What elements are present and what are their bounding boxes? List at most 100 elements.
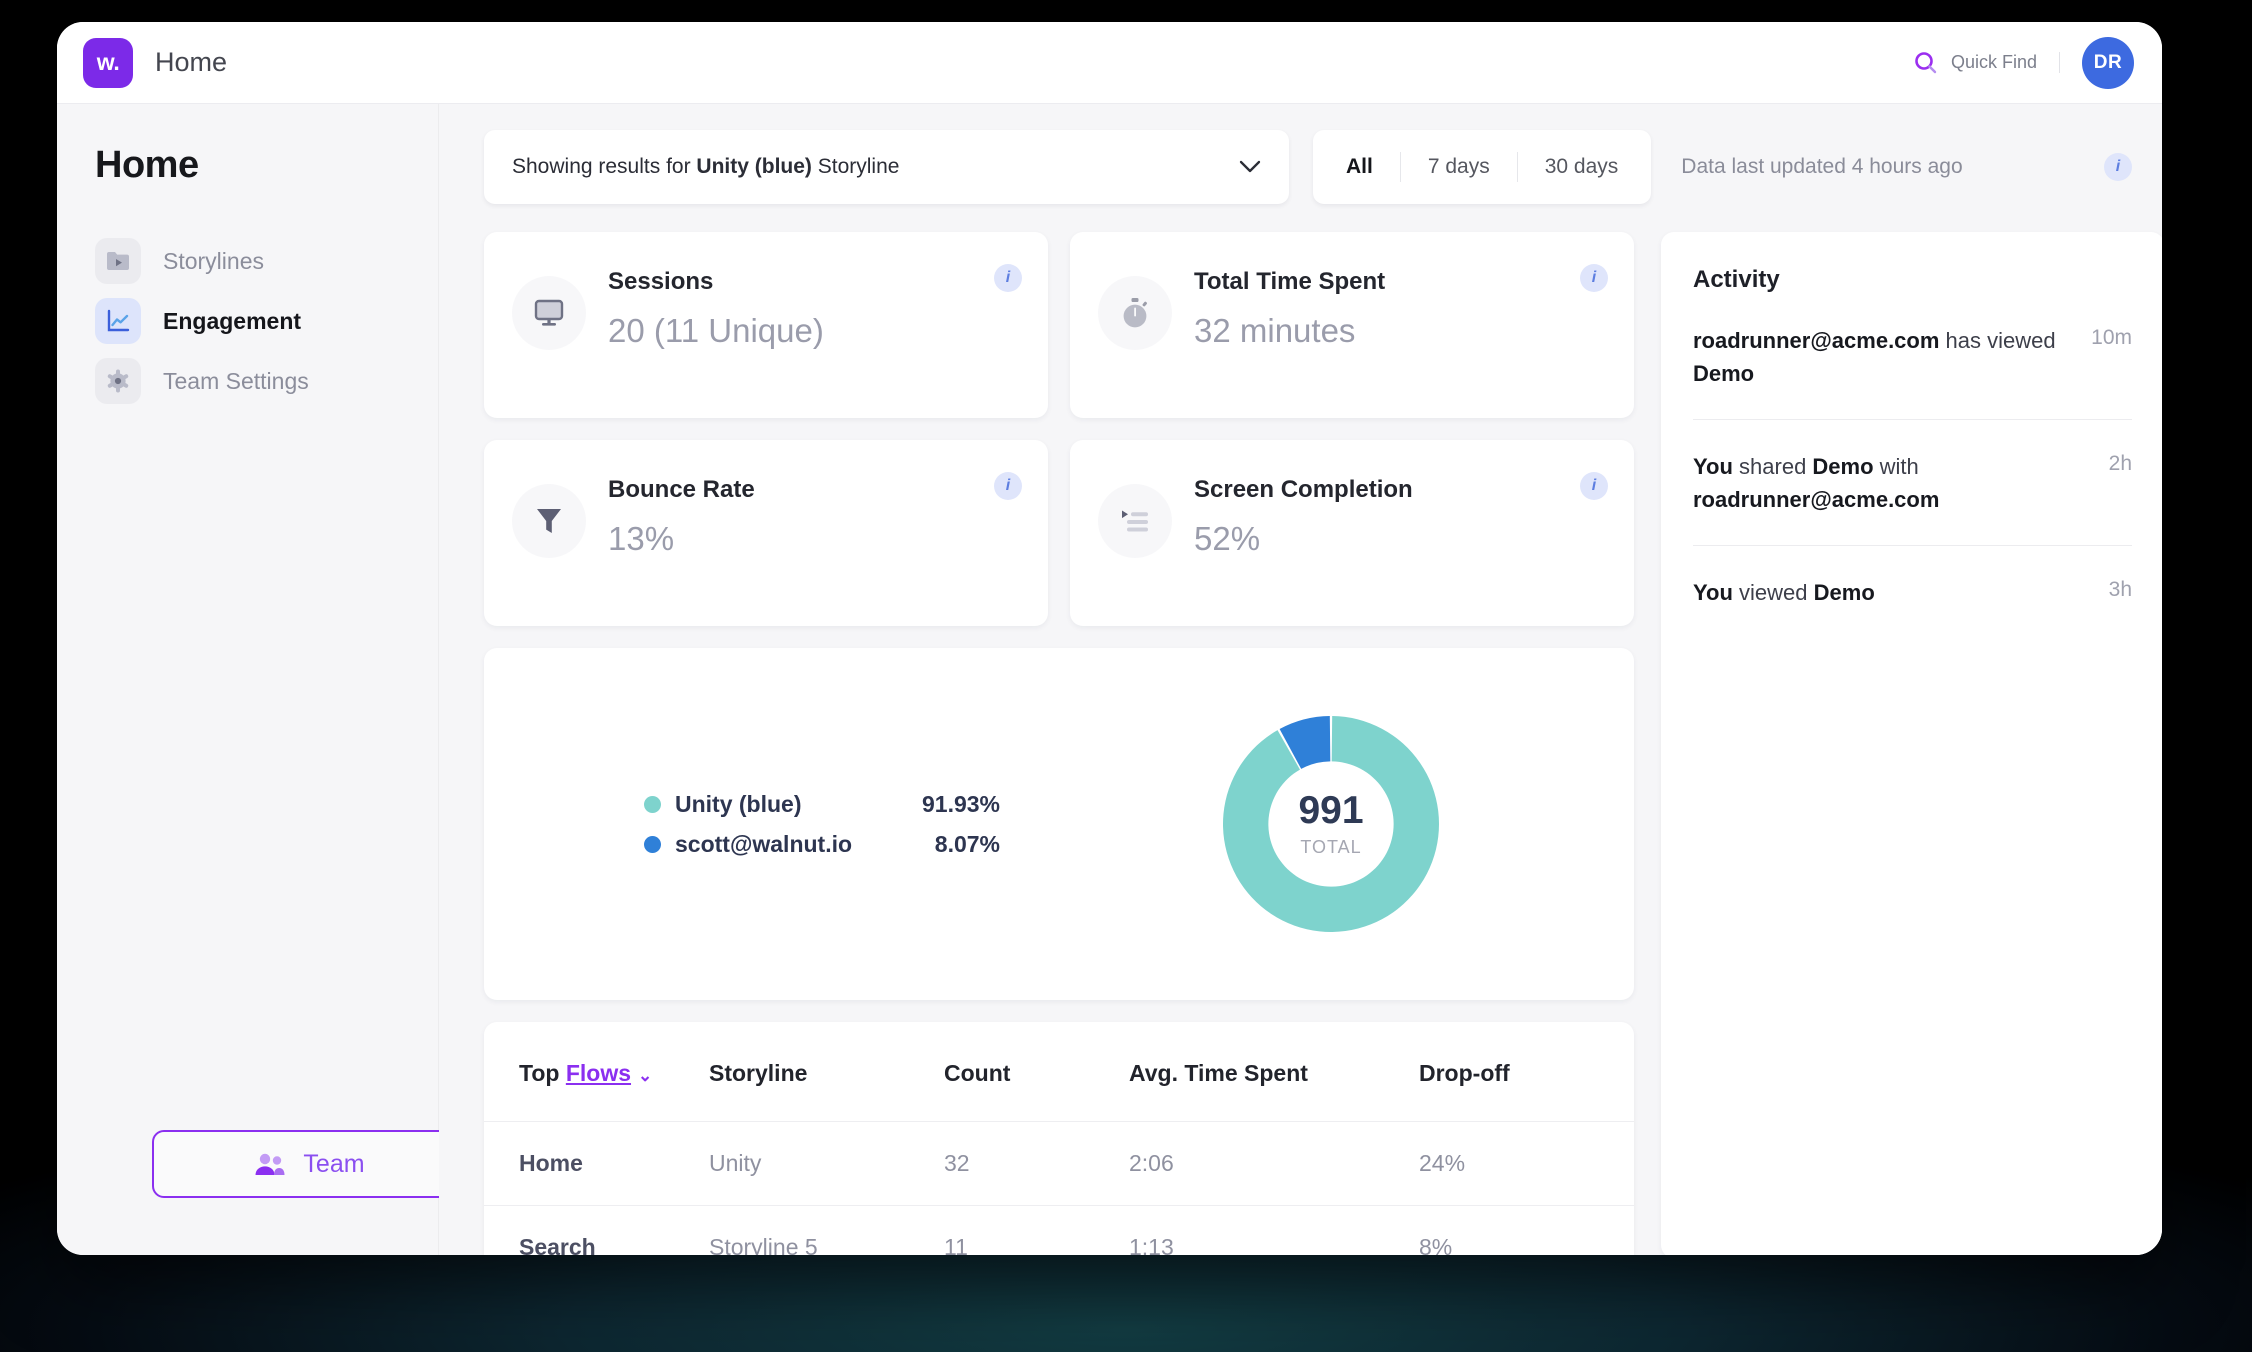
- metric-title: Screen Completion: [1194, 476, 1413, 503]
- time-range-selector: All 7 days 30 days: [1313, 130, 1652, 204]
- content-columns: Sessions 20 (11 Unique) i Total Time Spe…: [484, 232, 2162, 1255]
- list-play-icon: [1098, 484, 1172, 558]
- activity-item[interactable]: roadrunner@acme.com has viewed Demo 10m: [1693, 294, 2132, 419]
- info-icon[interactable]: i: [1580, 264, 1608, 292]
- info-icon[interactable]: i: [2104, 153, 2132, 181]
- storyline-select[interactable]: Showing results for Unity (blue) Storyli…: [484, 130, 1289, 204]
- column-header-storyline: Storyline: [709, 1060, 808, 1086]
- gear-icon: [95, 358, 141, 404]
- metric-value: 13%: [608, 520, 675, 557]
- legend-item: scott@walnut.io 8.07%: [644, 831, 1000, 858]
- sidebar-item-engagement[interactable]: Engagement: [57, 291, 438, 351]
- metric-title: Sessions: [608, 268, 714, 295]
- metric-body: Sessions 20 (11 Unique): [608, 264, 824, 418]
- flows-dropdown-link[interactable]: Flows: [566, 1060, 631, 1086]
- top-label: Top: [519, 1060, 566, 1086]
- line-chart-icon: [95, 298, 141, 344]
- sidebar-title: Home: [95, 144, 199, 186]
- activity-text: You viewed Demo: [1693, 579, 1875, 605]
- donut-chart-svg: [1223, 716, 1439, 932]
- column-header-drop-off: Drop-off: [1419, 1060, 1510, 1086]
- page-title: Home: [155, 47, 228, 77]
- monitor-icon: [512, 276, 586, 350]
- activity-panel: Activity roadrunner@acme.com has viewed …: [1661, 232, 2162, 1255]
- table-head: Top Flows ⌄ Storyline Count Avg. Time Spe…: [484, 1022, 1634, 1122]
- select-prefix: Showing results for: [512, 155, 697, 178]
- right-column: Activity roadrunner@acme.com has viewed …: [1661, 232, 2162, 1255]
- activity-title: Activity: [1693, 266, 1780, 293]
- donut-chart: 991 TOTAL: [1223, 716, 1439, 932]
- sidebar-item-label: Engagement: [163, 307, 302, 334]
- top-flows-table: Top Flows ⌄ Storyline Count Avg. Time Spe…: [484, 1022, 1634, 1255]
- metric-value: 32 minutes: [1194, 312, 1356, 349]
- column-header-avg-time-spent: Avg. Time Spent: [1129, 1060, 1308, 1086]
- cell-avg-time: 1:13: [1129, 1205, 1419, 1255]
- top-bar-right: Quick Find DR: [1913, 36, 2134, 89]
- viewers-breakdown-card: Unity (blue) 91.93% scott@walnut.io 8.07…: [484, 648, 1634, 1000]
- info-icon[interactable]: i: [994, 472, 1022, 500]
- avatar-initials: DR: [2093, 51, 2123, 73]
- walnut-logo-icon[interactable]: w.: [83, 37, 133, 88]
- metric-body: Total Time Spent 32 minutes: [1194, 264, 1385, 418]
- cell-count: 11: [944, 1205, 1129, 1255]
- team-button-label: Team: [303, 1149, 365, 1178]
- folder-play-icon: [95, 238, 141, 284]
- funnel-icon: [512, 484, 586, 558]
- legend-swatch: [644, 795, 661, 813]
- cell-flow: Search: [484, 1205, 709, 1255]
- time-range-all[interactable]: All: [1319, 152, 1400, 182]
- left-column: Sessions 20 (11 Unique) i Total Time Spe…: [484, 232, 1634, 1255]
- activity-item[interactable]: You shared Demo with roadrunner@acme.com…: [1693, 418, 2132, 545]
- metric-cards: Sessions 20 (11 Unique) i Total Time Spe…: [484, 232, 1634, 626]
- legend-swatch: [644, 835, 661, 853]
- cell-storyline: Storyline 5: [709, 1205, 944, 1255]
- stopwatch-icon: [1098, 276, 1172, 350]
- legend-label: Unity (blue): [675, 790, 802, 817]
- legend-label: scott@walnut.io: [675, 830, 853, 857]
- app-window: w. Home Quick Find DR Home Storylines En…: [57, 22, 2162, 1255]
- time-range-30-days[interactable]: 30 days: [1516, 152, 1646, 182]
- activity-time: 10m: [2091, 326, 2132, 349]
- chart-legend: Unity (blue) 91.93% scott@walnut.io 8.07…: [644, 791, 1000, 858]
- top-bar: w. Home Quick Find DR: [57, 22, 2162, 104]
- logo-text: w.: [96, 49, 120, 75]
- avatar[interactable]: DR: [2082, 36, 2134, 89]
- activity-item[interactable]: You viewed Demo 3h: [1693, 544, 2132, 637]
- select-suffix: Storyline: [811, 155, 900, 178]
- metric-card-screen-completion: Screen Completion 52% i: [1070, 440, 1634, 626]
- activity-time: 3h: [2108, 577, 2132, 601]
- filter-bar: Showing results for Unity (blue) Storyli…: [484, 130, 2132, 204]
- people-icon: [255, 1153, 285, 1175]
- table-body: Home Unity 32 2:06 24% Search Storyline …: [484, 1121, 1634, 1255]
- info-icon[interactable]: i: [994, 264, 1022, 292]
- legend-value: 8.07%: [934, 830, 1000, 857]
- sidebar-item-team-settings[interactable]: Team Settings: [57, 351, 438, 411]
- metric-card-bounce-rate: Bounce Rate 13% i: [484, 440, 1048, 626]
- activity-text: You shared Demo with roadrunner@acme.com: [1693, 453, 1940, 513]
- metric-title: Total Time Spent: [1194, 268, 1386, 295]
- quick-find-label[interactable]: Quick Find: [1951, 52, 2060, 73]
- metric-card-total-time-spent: Total Time Spent 32 minutes i: [1070, 232, 1634, 418]
- metric-card-sessions: Sessions 20 (11 Unique) i: [484, 232, 1048, 418]
- team-button[interactable]: Team: [152, 1130, 466, 1198]
- metric-value: 52%: [1194, 520, 1261, 557]
- metric-value: 20 (11 Unique): [608, 312, 824, 349]
- cell-flow: Home: [484, 1121, 709, 1206]
- info-icon[interactable]: i: [1580, 472, 1608, 500]
- sidebar-item-storylines[interactable]: Storylines: [57, 231, 438, 291]
- cell-dropoff: 24%: [1419, 1121, 1634, 1206]
- table-row[interactable]: Home Unity 32 2:06 24%: [484, 1121, 1634, 1206]
- sidebar-item-label: Team Settings: [163, 367, 309, 394]
- data-updated-text: Data last updated 4 hours ago: [1681, 155, 1963, 178]
- time-range-7-days[interactable]: 7 days: [1399, 152, 1517, 182]
- activity-text: roadrunner@acme.com has viewed Demo: [1693, 328, 2056, 387]
- donut-slice: [1223, 716, 1439, 932]
- table-row[interactable]: Search Storyline 5 11 1:13 8%: [484, 1205, 1634, 1255]
- chevron-down-icon: [1239, 160, 1261, 173]
- data-updated-status: Data last updated 4 hours ago i: [1681, 153, 2132, 181]
- sidebar: Home Storylines Engagement Team Settings…: [57, 104, 466, 1255]
- search-icon[interactable]: [1913, 50, 1939, 76]
- main-content: Showing results for Unity (blue) Storyli…: [439, 104, 2162, 1255]
- column-header-count: Count: [944, 1060, 1011, 1086]
- chevron-down-icon[interactable]: ⌄: [638, 1066, 652, 1085]
